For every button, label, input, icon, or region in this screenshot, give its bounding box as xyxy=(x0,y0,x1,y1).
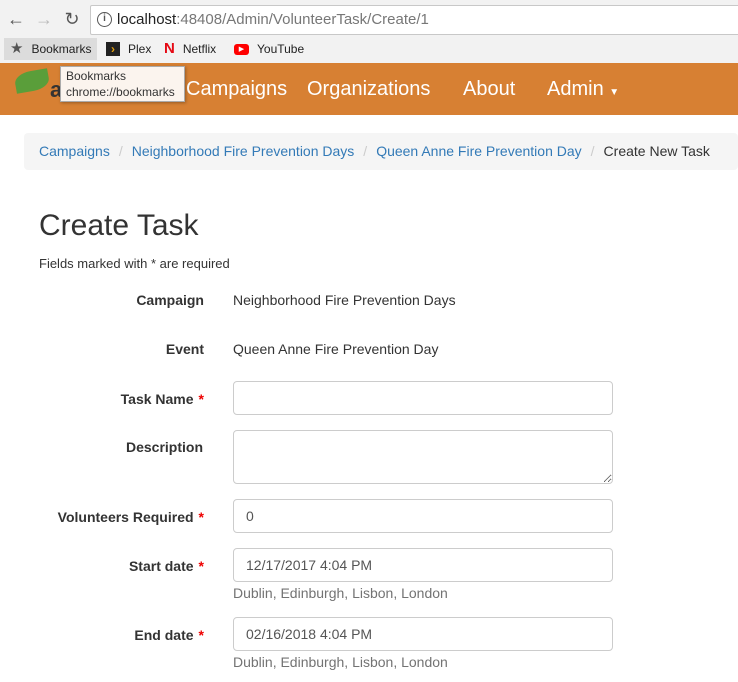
info-icon[interactable]: i xyxy=(97,12,112,27)
breadcrumb-event[interactable]: Queen Anne Fire Prevention Day xyxy=(376,143,581,159)
reload-icon[interactable]: ↻ xyxy=(62,9,82,30)
end-date-label: End date * xyxy=(134,627,204,643)
start-timezone: Dublin, Edinburgh, Lisbon, London xyxy=(233,585,448,601)
page-title: Create Task xyxy=(39,209,199,242)
campaign-value: Neighborhood Fire Prevention Days xyxy=(233,292,456,308)
start-date-input[interactable] xyxy=(233,548,613,582)
volunteers-label: Volunteers Required * xyxy=(57,509,204,525)
breadcrumb-campaign[interactable]: Neighborhood Fire Prevention Days xyxy=(132,143,355,159)
campaign-label: Campaign xyxy=(136,292,204,308)
event-value: Queen Anne Fire Prevention Day xyxy=(233,341,439,357)
nav-organizations[interactable]: Organizations xyxy=(307,78,430,101)
netflix-icon: N xyxy=(164,40,175,57)
description-textarea[interactable] xyxy=(233,430,613,484)
breadcrumb-campaigns[interactable]: Campaigns xyxy=(39,143,110,159)
event-label: Event xyxy=(165,341,204,357)
bookmark-netflix[interactable]: N Netflix xyxy=(158,38,222,60)
breadcrumb-current: Create New Task xyxy=(603,143,710,159)
nav-campaigns[interactable]: Campaigns xyxy=(186,78,287,101)
logo-icon[interactable] xyxy=(13,68,51,94)
caret-down-icon: ▼ xyxy=(609,87,620,98)
end-date-input[interactable] xyxy=(233,617,613,651)
required-note: Fields marked with * are required xyxy=(39,256,230,271)
nav-about[interactable]: About xyxy=(463,78,515,101)
star-icon: ★ xyxy=(10,40,24,57)
description-label: Description xyxy=(125,439,203,455)
browser-chrome: ← → ↻ i localhost:48408/Admin/VolunteerT… xyxy=(0,0,738,63)
bookmark-bookmarks[interactable]: ★ Bookmarks xyxy=(4,38,98,60)
nav-admin[interactable]: Admin ▼ xyxy=(547,78,619,101)
breadcrumb: Campaigns / Neighborhood Fire Prevention D… xyxy=(24,133,738,170)
volunteers-input[interactable] xyxy=(233,499,613,533)
address-bar[interactable]: i localhost:48408/Admin/VolunteerTask/Cr… xyxy=(90,5,738,35)
bookmark-youtube[interactable]: ▶ YouTube xyxy=(228,38,310,60)
youtube-icon: ▶ xyxy=(234,43,249,55)
bookmarks-tooltip: Bookmarks chrome://bookmarks xyxy=(60,66,185,102)
forward-icon[interactable]: → xyxy=(34,9,54,30)
end-timezone: Dublin, Edinburgh, Lisbon, London xyxy=(233,654,448,670)
task-name-input[interactable] xyxy=(233,381,613,415)
plex-icon: › xyxy=(106,42,120,56)
back-icon[interactable]: ← xyxy=(6,9,26,30)
task-name-label: Task Name * xyxy=(120,391,204,407)
start-date-label: Start date * xyxy=(128,558,204,574)
bookmark-plex[interactable]: › Plex xyxy=(100,38,157,60)
